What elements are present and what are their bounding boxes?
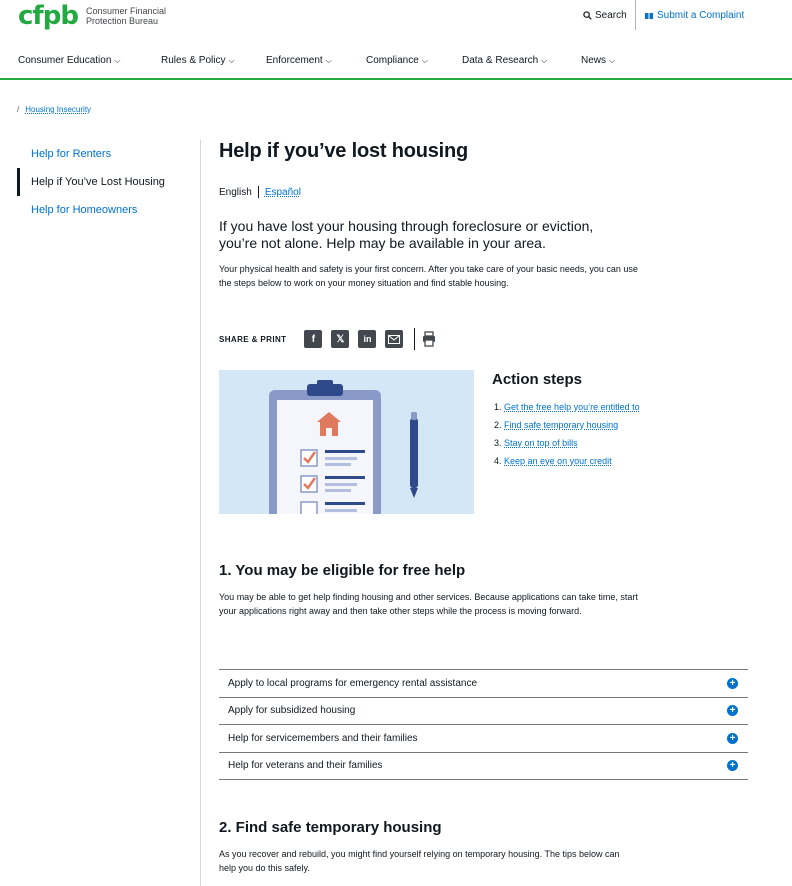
- accordion-item[interactable]: Help for servicemembers and their famili…: [219, 725, 748, 753]
- search-icon: [583, 11, 592, 20]
- sidebar-nav: Help for Renters Help if You’ve Lost Hou…: [17, 140, 200, 224]
- nav-news[interactable]: News ⌵: [581, 55, 615, 66]
- accordion-label: Apply for subsidized housing: [228, 705, 356, 717]
- lang-current: English: [219, 186, 252, 198]
- sidebar-item-homeowners[interactable]: Help for Homeowners: [17, 196, 200, 224]
- action-step-link-3[interactable]: Stay on top of bills: [504, 438, 578, 448]
- nav-consumer-education[interactable]: Consumer Education ⌵: [18, 55, 120, 66]
- action-step-item: 4. Keep an eye on your credit: [494, 452, 640, 470]
- section2-heading: 2. Find safe temporary housing: [219, 819, 442, 836]
- accordion-item[interactable]: Apply for subsidized housing +: [219, 698, 748, 725]
- action-steps-title: Action steps: [492, 371, 583, 388]
- step-number: 2.: [494, 420, 502, 430]
- step-number: 1.: [494, 402, 502, 412]
- breadcrumb-link[interactable]: Housing Insecurity: [25, 105, 91, 114]
- step-number: 4.: [494, 456, 502, 466]
- chevron-down-icon: ⌵: [114, 55, 121, 65]
- x-twitter-icon[interactable]: 𝕏: [331, 330, 350, 348]
- nav-data-research[interactable]: Data & Research ⌵: [462, 55, 547, 66]
- page-title: Help if you’ve lost housing: [219, 140, 469, 162]
- language-toggle: English Español: [219, 186, 301, 198]
- section1-heading: 1. You may be eligible for free help: [219, 562, 466, 579]
- sidebar-item-renters[interactable]: Help for Renters: [17, 140, 200, 168]
- email-icon[interactable]: [385, 330, 404, 348]
- site-header: cfpb Consumer Financial Protection Burea…: [0, 0, 792, 80]
- chevron-down-icon: ⌵: [325, 55, 332, 65]
- action-steps-list: 1. Get the free help you’re entitled to …: [494, 398, 640, 470]
- action-step-link-2[interactable]: Find safe temporary housing: [504, 420, 618, 430]
- lang-espanol-link[interactable]: Español: [265, 187, 301, 198]
- action-step-item: 1. Get the free help you’re entitled to: [494, 398, 640, 416]
- breadcrumb: / Housing Insecurity: [17, 105, 91, 114]
- action-step-link-1[interactable]: Get the free help you’re entitled to: [504, 402, 640, 412]
- nav-enforcement[interactable]: Enforcement ⌵: [266, 55, 332, 66]
- intro-paragraph: Your physical health and safety is your …: [219, 264, 638, 288]
- main-nav: Consumer Education ⌵ Rules & Policy ⌵ Enfo…: [0, 55, 792, 69]
- chevron-down-icon: ⌵: [228, 55, 235, 65]
- share-print-bar: SHARE & PRINT f 𝕏 in: [219, 328, 437, 350]
- complaint-icon: [645, 12, 653, 19]
- share-label: SHARE & PRINT: [219, 334, 287, 344]
- search-label: Search: [595, 10, 627, 21]
- plus-circle-icon[interactable]: +: [727, 732, 738, 744]
- action-step-item: 2. Find safe temporary housing: [494, 416, 640, 434]
- complaint-label: Submit a Complaint: [657, 10, 745, 21]
- cfpb-logo[interactable]: cfpb Consumer Financial Protection Burea…: [18, 2, 176, 30]
- action-step-link-4[interactable]: Keep an eye on your credit: [504, 456, 612, 466]
- accordion-label: Help for servicemembers and their famili…: [228, 732, 418, 744]
- nav-label: Consumer Education: [18, 55, 112, 66]
- clipboard-illustration: [219, 370, 474, 514]
- chevron-down-icon: ⌵: [541, 55, 548, 65]
- nav-compliance[interactable]: Compliance ⌵: [366, 55, 428, 66]
- sidebar-divider: [200, 140, 201, 886]
- lang-separator: [257, 186, 259, 198]
- nav-rules-policy[interactable]: Rules & Policy ⌵: [161, 55, 235, 66]
- submit-complaint-link[interactable]: Submit a Complaint: [645, 10, 744, 21]
- clipboard-checklist-icon: [269, 380, 418, 514]
- header-divider: [635, 0, 636, 30]
- section1-paragraph: You may be able to get help finding hous…: [219, 592, 638, 616]
- print-icon[interactable]: [421, 330, 437, 348]
- action-step-item: 3. Stay on top of bills: [494, 434, 640, 452]
- lead-paragraph: If you have lost your housing through fo…: [219, 218, 594, 251]
- nav-label: News: [581, 55, 607, 66]
- accordion-item[interactable]: Help for veterans and their families +: [219, 753, 748, 780]
- share-separator: [414, 328, 416, 350]
- step-number: 3.: [494, 438, 502, 448]
- nav-label: Rules & Policy: [161, 55, 226, 66]
- plus-circle-icon[interactable]: +: [727, 705, 738, 717]
- linkedin-icon[interactable]: in: [358, 330, 377, 348]
- chevron-down-icon: ⌵: [421, 55, 428, 65]
- help-accordion: Apply to local programs for emergency re…: [219, 669, 748, 780]
- plus-circle-icon[interactable]: +: [727, 760, 738, 772]
- section2-paragraph: As you recover and rebuild, you might fi…: [219, 849, 620, 873]
- accordion-item[interactable]: Apply to local programs for emergency re…: [219, 670, 748, 698]
- logo-text: Consumer Financial Protection Bureau: [85, 6, 166, 26]
- accordion-label: Apply to local programs for emergency re…: [228, 677, 478, 689]
- nav-label: Data & Research: [462, 55, 539, 66]
- logo-mark: cfpb: [18, 1, 79, 31]
- sidebar-item-lost-housing[interactable]: Help if You’ve Lost Housing: [17, 168, 200, 196]
- plus-circle-icon[interactable]: +: [727, 677, 738, 689]
- accordion-label: Help for veterans and their families: [228, 760, 383, 772]
- search-button[interactable]: Search: [583, 10, 627, 21]
- nav-label: Compliance: [366, 55, 419, 66]
- nav-label: Enforcement: [266, 55, 323, 66]
- facebook-icon[interactable]: f: [304, 330, 323, 348]
- chevron-down-icon: ⌵: [609, 55, 616, 65]
- breadcrumb-separator: /: [17, 105, 20, 114]
